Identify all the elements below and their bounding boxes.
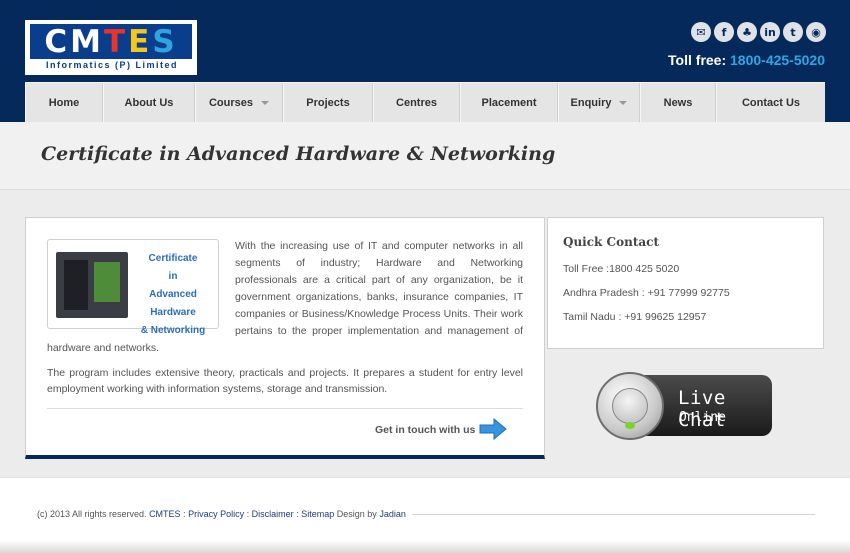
main-nav: Home About Us Courses Projects Centres P… [25, 82, 825, 123]
chevron-down-icon [619, 101, 628, 105]
nav-placement[interactable]: Placement [460, 83, 558, 123]
logo-letter-s: S [152, 23, 178, 60]
blogger-icon[interactable]: ♣ [737, 22, 757, 42]
social-links: ✉ f ♣ in t ◉ [691, 22, 826, 42]
program-paragraph: The program includes extensive theory, p… [47, 367, 523, 395]
nav-contact-us[interactable]: Contact Us [716, 83, 825, 123]
logo-subtitle: Informatics (P) Limited [45, 60, 178, 70]
nav-centres[interactable]: Centres [373, 83, 460, 123]
mail-icon[interactable]: ✉ [691, 22, 711, 42]
linkedin-icon[interactable]: in [760, 22, 780, 42]
design-by: Design by [336, 509, 377, 519]
nav-home[interactable]: Home [25, 83, 103, 123]
quick-contact-title: Quick Contact [563, 235, 659, 249]
tollfree-label: Toll free: [668, 52, 727, 68]
footer-text: (c) 2013 All rights reserved. CMTES : Pr… [37, 509, 406, 519]
nav-courses[interactable]: Courses [195, 83, 283, 123]
tollfree-number[interactable]: 1800-425-5020 [730, 52, 825, 68]
status-online-icon [625, 422, 635, 429]
sitemap-link[interactable]: Sitemap [301, 509, 334, 519]
quick-contact: Quick Contact Toll Free :1800 425 5020 A… [547, 217, 824, 349]
logo[interactable]: CMTES Informatics (P) Limited [25, 20, 197, 75]
get-in-touch-link[interactable]: Get in touch with us [375, 424, 475, 436]
copyright: (c) 2013 All rights reserved. [37, 509, 147, 519]
logo-letter-e: E [128, 23, 153, 60]
chevron-down-icon [261, 101, 270, 105]
live-chat-knob-icon [596, 372, 664, 440]
disclaimer-link[interactable]: Disclaimer [252, 509, 294, 519]
twitter-icon[interactable]: t [783, 22, 803, 42]
course-description: With the increasing use of IT and comput… [25, 217, 545, 459]
course-thumbnail: Certificate in Advanced Hardware & Netwo… [47, 239, 219, 336]
live-chat-status: Online [679, 410, 726, 425]
contact-tollfree: Toll Free :1800 425 5020 [563, 263, 680, 275]
rss-icon[interactable]: ◉ [806, 22, 826, 42]
nav-about-us[interactable]: About Us [103, 83, 195, 123]
nav-projects[interactable]: Projects [283, 83, 373, 123]
thumbnail-caption: Certificate in Advanced Hardware & Netwo… [140, 253, 206, 336]
nav-enquiry[interactable]: Enquiry [558, 83, 640, 123]
privacy-policy-link[interactable]: Privacy Policy [188, 509, 244, 519]
facebook-icon[interactable]: f [714, 22, 734, 42]
logo-mark: CMTES [30, 23, 192, 60]
nav-news[interactable]: News [640, 83, 716, 123]
logo-letters-cm: CM [44, 23, 104, 60]
computer-hardware-image [56, 252, 128, 318]
contact-tamil-nadu: Tamil Nadu : +91 99625 12957 [563, 311, 707, 323]
designer-link[interactable]: Jadian [379, 509, 406, 519]
contact-andhra-pradesh: Andhra Pradesh : +91 77999 92775 [563, 287, 730, 299]
logo-letter-t: T [103, 23, 129, 60]
page-title: Certificate in Advanced Hardware & Netwo… [41, 143, 556, 165]
divider [47, 408, 523, 409]
tollfree: Toll free: 1800-425-5020 [668, 52, 825, 68]
footer-divider [412, 514, 815, 515]
live-chat-button[interactable]: Live Chat Online [596, 372, 776, 442]
arrow-right-icon[interactable] [479, 418, 507, 440]
footer-brand-link[interactable]: CMTES [149, 509, 181, 519]
